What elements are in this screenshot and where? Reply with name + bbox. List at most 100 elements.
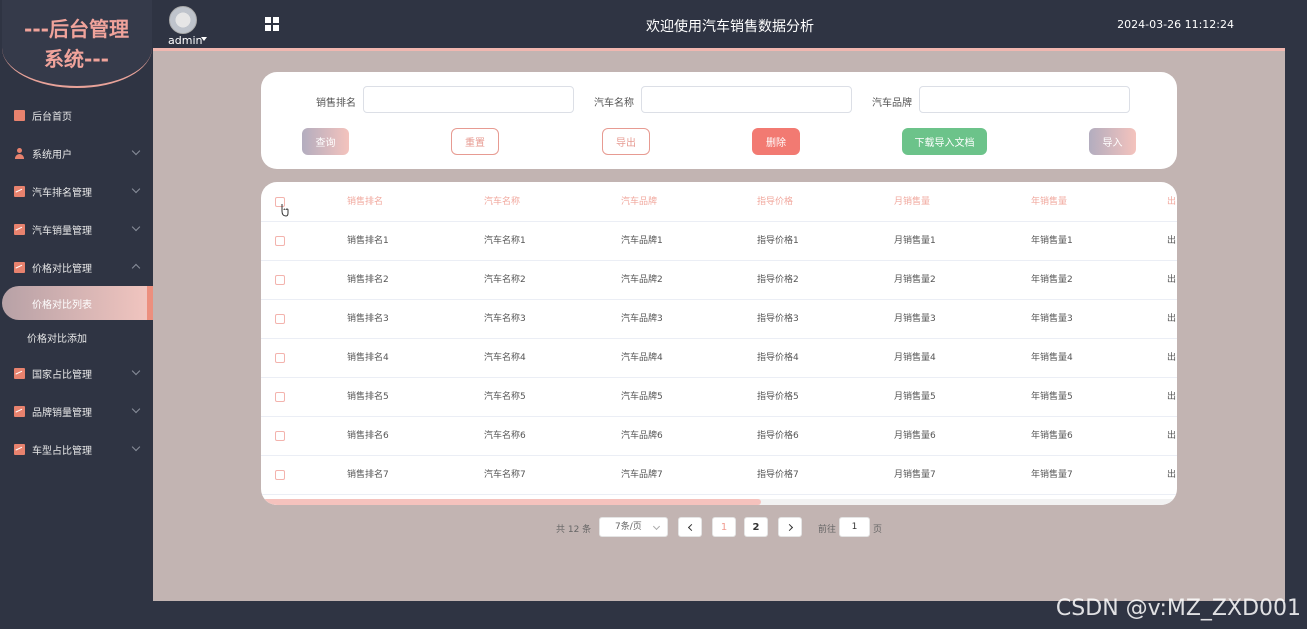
table-cell: 出 (1167, 392, 1177, 402)
table-row: 销售排名5 汽车名称5 汽车品牌5 指导价格5 月销售量5 年销售量5 出 (261, 378, 1177, 417)
caret-down-icon[interactable] (201, 37, 207, 41)
table-header-row: 销售排名 汽车名称 汽车品牌 指导价格 月销售量 年销售量 出 (261, 183, 1177, 222)
chevron-down-icon (131, 222, 141, 232)
goto-page-input[interactable]: 1 (839, 517, 870, 537)
sidebar-item-car-ranking[interactable]: 汽车排名管理 (0, 172, 153, 210)
table-cell: 汽车名称6 (484, 431, 526, 441)
table-row: 销售排名6 汽车名称6 汽车品牌6 指导价格6 月销售量6 年销售量6 出 (261, 417, 1177, 456)
sidebar-item-brand-sales[interactable]: 品牌销量管理 (0, 392, 153, 430)
row-checkbox[interactable] (275, 470, 285, 480)
table-cell: 出 (1167, 275, 1177, 285)
import-button[interactable]: 导入 (1089, 128, 1136, 155)
page-1-button[interactable]: 1 (712, 517, 736, 537)
sidebar-subitem-price-add[interactable]: 价格对比添加 (0, 320, 153, 354)
chart-icon (14, 223, 25, 235)
brand-input[interactable] (919, 86, 1130, 113)
table-cell: 销售排名4 (347, 353, 389, 363)
table-cell: 月销售量5 (894, 392, 936, 402)
table-cell: 年销售量6 (1031, 431, 1073, 441)
next-page-button[interactable] (778, 517, 802, 537)
table-cell: 销售排名1 (347, 236, 389, 246)
table-cell: 月销售量1 (894, 236, 936, 246)
table-cell: 指导价格2 (757, 275, 799, 285)
watermark: CSDN @v:MZ_ZXD001 (1055, 596, 1301, 621)
table-cell: 汽车名称7 (484, 470, 526, 480)
table-cell: 汽车品牌7 (621, 470, 663, 480)
hand-cursor-icon (281, 204, 289, 217)
sidebar-item-label: 品牌销量管理 (32, 407, 92, 419)
table-row: 销售排名7 汽车名称7 汽车品牌7 指导价格7 月销售量7 年销售量7 出 (261, 456, 1177, 495)
column-header: 年销售量 (1031, 197, 1068, 207)
table-cell: 销售排名2 (347, 275, 389, 285)
sidebar-item-car-sales[interactable]: 汽车销量管理 (0, 210, 153, 248)
chart-icon (14, 261, 25, 273)
sidebar-item-price-compare[interactable]: 价格对比管理 (0, 248, 153, 286)
sidebar-item-label: 汽车排名管理 (32, 187, 92, 199)
prev-page-button[interactable] (678, 517, 702, 537)
scrollbar-thumb[interactable] (261, 499, 761, 505)
reset-button[interactable]: 重置 (451, 128, 499, 155)
table-cell: 出 (1167, 353, 1177, 363)
sidebar-item-system-users[interactable]: 系统用户 (0, 134, 153, 172)
table-row: 销售排名3 汽车名称3 汽车品牌3 指导价格3 月销售量3 年销售量3 出 (261, 300, 1177, 339)
row-checkbox[interactable] (275, 431, 285, 441)
column-header: 销售排名 (347, 197, 384, 207)
row-checkbox[interactable] (275, 353, 285, 363)
chevron-up-icon (131, 263, 141, 273)
data-table: 销售排名 汽车名称 汽车品牌 指导价格 月销售量 年销售量出销售排名1 汽车名称1 汽车品牌1… (261, 182, 1177, 505)
logo: ---后台管理 系统--- (0, 0, 153, 90)
query-button[interactable]: 查询 (302, 128, 349, 155)
table-cell: 汽车品牌5 (621, 392, 663, 402)
monitor-icon (14, 109, 25, 121)
table-cell: 年销售量7 (1031, 470, 1073, 480)
name-input[interactable] (641, 86, 852, 113)
page-2-button[interactable]: 2 (744, 517, 768, 537)
table-cell: 汽车名称1 (484, 236, 526, 246)
sidebar-item-model-share[interactable]: 车型占比管理 (0, 430, 153, 468)
table-cell: 销售排名5 (347, 392, 389, 402)
horizontal-scrollbar[interactable] (261, 499, 1177, 505)
sidebar-subitem-price-list[interactable]: 价格对比列表 (2, 286, 153, 320)
download-template-button[interactable]: 下载导入文档 (902, 128, 987, 155)
page-size-select[interactable]: 7条/页 (599, 517, 668, 537)
table-cell: 月销售量6 (894, 431, 936, 441)
sidebar-item-label: 国家占比管理 (32, 369, 92, 381)
row-checkbox[interactable] (275, 275, 285, 285)
row-checkbox[interactable] (275, 314, 285, 324)
chart-icon (14, 185, 25, 197)
sidebar-menu: 后台首页 系统用户 汽车排名管理 汽车销量管理 价格对比管理 价格对比列表 价格… (0, 96, 153, 468)
rank-input[interactable] (363, 86, 574, 113)
top-header: admin 欢迎使用汽车销售数据分析 2024-03-26 11:12:24 (153, 0, 1307, 50)
table-cell: 出 (1167, 314, 1177, 324)
row-checkbox[interactable] (275, 236, 285, 246)
sidebar-item-country-share[interactable]: 国家占比管理 (0, 354, 153, 392)
table-cell: 年销售量1 (1031, 236, 1073, 246)
delete-button[interactable]: 删除 (752, 128, 800, 155)
table-cell: 月销售量4 (894, 353, 936, 363)
table-cell: 指导价格3 (757, 314, 799, 324)
chart-icon (14, 405, 25, 417)
sidebar-item-home[interactable]: 后台首页 (0, 96, 153, 134)
column-header: 出 (1167, 197, 1177, 207)
table-cell: 汽车品牌3 (621, 314, 663, 324)
export-button[interactable]: 导出 (602, 128, 650, 155)
table-cell: 年销售量2 (1031, 275, 1073, 285)
column-header: 汽车品牌 (621, 197, 658, 207)
row-checkbox[interactable] (275, 392, 285, 402)
chevron-down-icon (652, 522, 661, 531)
table-cell: 月销售量7 (894, 470, 936, 480)
sidebar-item-label: 系统用户 (32, 149, 72, 161)
logo-line-2: 系统--- (44, 47, 109, 71)
brand-label: 汽车品牌 (872, 98, 912, 109)
table-row: 销售排名4 汽车名称4 汽车品牌4 指导价格4 月销售量4 年销售量4 出 (261, 339, 1177, 378)
chart-icon (14, 367, 25, 379)
page-size-value: 7条/页 (615, 522, 642, 532)
table-cell: 汽车品牌4 (621, 353, 663, 363)
table-row: 销售排名1 汽车名称1 汽车品牌1 指导价格1 月销售量1 年销售量1 出 (261, 222, 1177, 261)
chevron-down-icon (131, 366, 141, 376)
datetime: 2024-03-26 11:12:24 (1117, 18, 1234, 31)
sidebar: ---后台管理 系统--- 后台首页 系统用户 汽车排名管理 汽车销量管理 价格… (0, 0, 153, 629)
chart-icon (14, 443, 25, 455)
chevron-down-icon (131, 442, 141, 452)
table-cell: 汽车品牌1 (621, 236, 663, 246)
